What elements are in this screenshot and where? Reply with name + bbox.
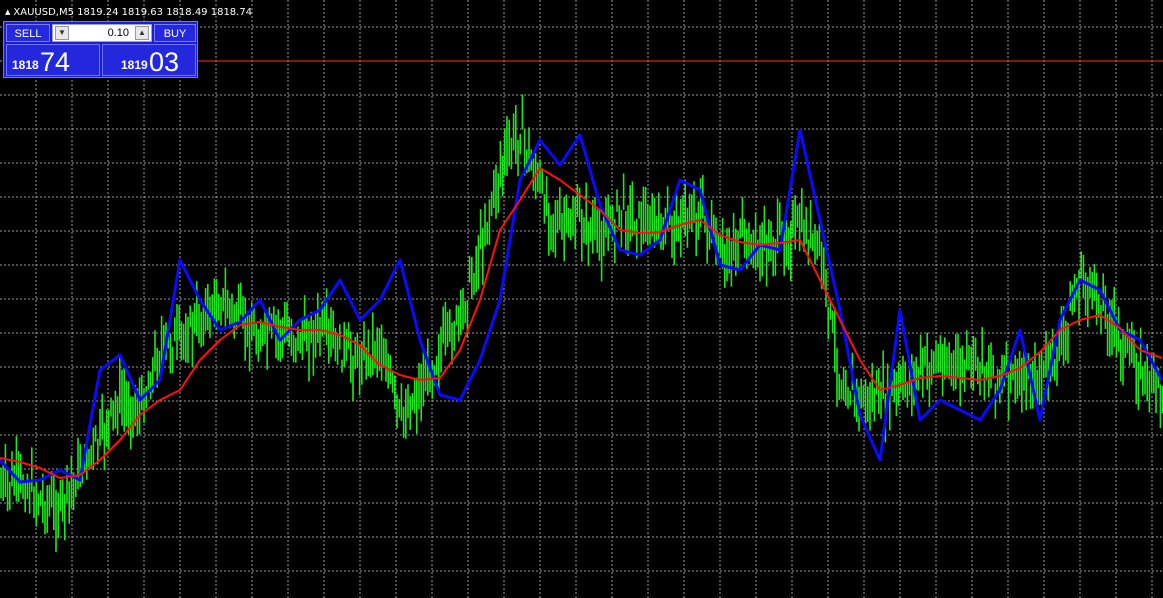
ohlc-values: 1819.24 1819.63 1818.49 1818.74 — [77, 7, 253, 18]
sell-button[interactable]: SELL — [6, 24, 50, 42]
price-chart[interactable] — [0, 0, 1163, 598]
lot-decrease-icon[interactable]: ▼ — [55, 26, 69, 40]
symbol-timeframe: XAUUSD,M5 — [13, 7, 74, 18]
buy-button[interactable]: BUY — [154, 24, 196, 42]
one-click-trading-panel: SELL ▼ 0.10 ▲ BUY 1818 74 1819 03 — [3, 21, 198, 78]
lot-increase-icon[interactable]: ▲ — [135, 26, 149, 40]
bid-price-prefix: 1818 — [12, 58, 39, 72]
ask-price-button[interactable]: 1819 03 — [102, 44, 196, 77]
collapse-triangle-icon[interactable]: ▲ — [5, 8, 10, 16]
bid-price-pips: 74 — [40, 47, 71, 77]
chart-title: ▲ XAUUSD,M5 1819.24 1819.63 1818.49 1818.… — [5, 6, 252, 19]
bid-price-button[interactable]: 1818 74 — [6, 44, 100, 77]
ask-price-pips: 03 — [149, 47, 180, 77]
ask-price-prefix: 1819 — [121, 58, 148, 72]
lot-size-value[interactable]: 0.10 — [108, 25, 129, 41]
lot-size-field[interactable]: ▼ 0.10 ▲ — [52, 24, 152, 42]
